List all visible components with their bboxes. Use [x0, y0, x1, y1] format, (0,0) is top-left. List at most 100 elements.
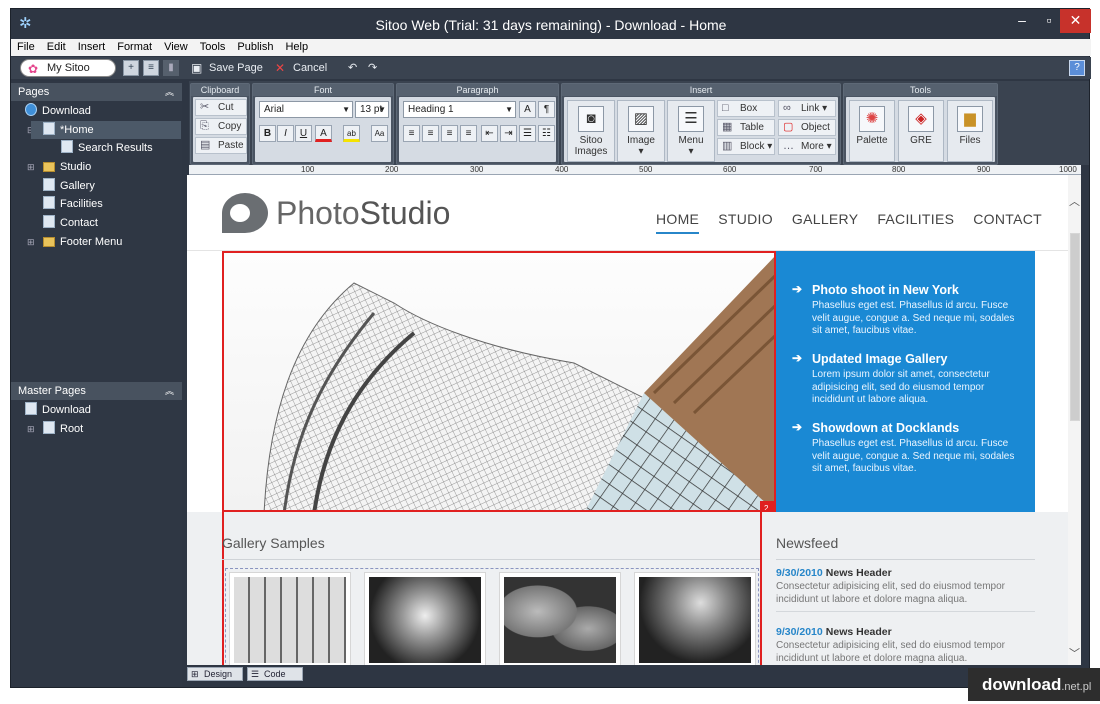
align-right-icon[interactable]: ≡ [441, 125, 458, 142]
master-item-root[interactable]: Root [43, 420, 83, 438]
pilcrow-button[interactable]: ¶ [538, 101, 555, 118]
menu-edit[interactable]: Edit [41, 39, 72, 55]
tree-item-home[interactable]: *Home [31, 121, 181, 139]
clear-format-button[interactable]: Aa [371, 125, 388, 142]
close-icon[interactable]: ✕ [1060, 9, 1091, 33]
expand-icon[interactable]: ⊞ [27, 158, 35, 176]
nav-facilities[interactable]: FACILITIES [877, 211, 954, 227]
cancel-label: Cancel [293, 62, 328, 74]
menu-view[interactable]: View [158, 39, 194, 55]
news-header[interactable]: News Header [826, 626, 892, 638]
menu-format[interactable]: Format [111, 39, 158, 55]
table-button[interactable]: ▦ Table [717, 119, 775, 136]
paragraph-style-select[interactable]: Heading 1 ▼ [403, 101, 516, 118]
files-button[interactable]: ▆ Files [947, 100, 993, 162]
news-header[interactable]: News Header [826, 567, 892, 579]
text-frame-button[interactable]: A [519, 101, 536, 118]
justify-icon[interactable]: ≡ [460, 125, 477, 142]
expand-icon[interactable]: ⊞ [27, 420, 35, 438]
tree-item-download[interactable]: Download [25, 102, 91, 120]
design-tab[interactable]: ⊞ Design [187, 667, 243, 681]
tree-item-gallery[interactable]: Gallery [43, 177, 95, 195]
vertical-scrollbar[interactable]: ︿ ﹀ [1068, 175, 1081, 665]
font-size-select[interactable]: 13 pt ▼ [355, 101, 389, 118]
nav-home[interactable]: HOME [656, 211, 700, 234]
table-icon: ▦ [722, 121, 733, 133]
pages-panel-header[interactable]: Pages ︽ [11, 83, 182, 101]
italic-button[interactable]: I [277, 125, 294, 142]
tree-item-contact[interactable]: Contact [43, 214, 98, 232]
news-title[interactable]: Updated Image Gallery [812, 352, 947, 366]
menu-help[interactable]: Help [279, 39, 314, 55]
hero-image[interactable]: 2 [222, 251, 776, 512]
palette-button[interactable]: ✺ Palette [849, 100, 895, 162]
gallery-thumb-flower[interactable] [634, 572, 756, 665]
indent-icon[interactable]: ⇥ [500, 125, 517, 142]
bold-button[interactable]: B [259, 125, 276, 142]
sitoo-images-button[interactable]: ◙ Sitoo Images [567, 100, 615, 162]
design-canvas[interactable]: PhotoStudio HOME STUDIO GALLERY FACILITIES C… [187, 175, 1068, 665]
object-button[interactable]: ▢Object ▾ [778, 119, 836, 148]
code-tab[interactable]: ☰ Code [247, 667, 303, 681]
scrollbar-thumb[interactable] [1070, 233, 1080, 421]
news-title[interactable]: Showdown at Docklands [812, 421, 959, 435]
more-button[interactable]: … More ▾ [778, 138, 836, 155]
menu-tools[interactable]: Tools [194, 39, 232, 55]
master-pages-panel-header[interactable]: Master Pages ︽ [11, 382, 182, 400]
block-button[interactable]: ▥ Block ▾ [717, 138, 775, 155]
master-item-download[interactable]: Download [25, 401, 91, 419]
page-icon [43, 421, 55, 434]
site-logo[interactable]: PhotoStudio [222, 193, 450, 233]
underline-button[interactable]: U [295, 125, 312, 142]
page-properties-icon[interactable]: ≡ [143, 60, 159, 76]
help-icon[interactable]: ? [1069, 60, 1085, 76]
copy-button[interactable]: ⎘ Copy [195, 118, 247, 135]
menu-publish[interactable]: Publish [231, 39, 279, 55]
thumb-image [639, 577, 751, 663]
news-item: ➔ Updated Image Gallery Lorem ipsum dolor … [792, 351, 1022, 407]
scroll-down-icon[interactable]: ﹀ [1068, 645, 1081, 661]
expand-icon[interactable]: ⊞ [27, 233, 35, 251]
more-label: More [801, 141, 824, 152]
cut-button[interactable]: ✂ Cut [195, 99, 247, 116]
nav-studio[interactable]: STUDIO [718, 211, 773, 227]
undo-icon[interactable]: ↶ [338, 59, 357, 77]
tree-item-studio[interactable]: Studio [43, 158, 91, 176]
outdent-icon[interactable]: ⇤ [481, 125, 498, 142]
collapse-icon[interactable]: ︽ [165, 382, 174, 400]
copy-icon: ⎘ [200, 120, 209, 132]
news-title[interactable]: Photo shoot in New York [812, 283, 959, 297]
menu-button[interactable]: ☰ Menu ▾ [667, 100, 715, 162]
redo-icon[interactable]: ↷ [358, 59, 377, 77]
menu-file[interactable]: File [11, 39, 41, 55]
tree-item-facilities[interactable]: Facilities [43, 195, 103, 213]
gallery-thumb-lighthouse[interactable] [364, 572, 486, 665]
cancel-button[interactable]: ✕ Cancel [273, 59, 327, 77]
tree-item-footer-menu[interactable]: Footer Menu [43, 233, 122, 251]
highlight-button[interactable]: ab [343, 125, 360, 142]
font-family-select[interactable]: Arial ▼ [259, 101, 353, 118]
scroll-up-icon[interactable]: ︿ [1068, 193, 1081, 209]
paste-button[interactable]: ▤ Paste [195, 137, 247, 154]
nav-contact[interactable]: CONTACT [973, 211, 1042, 227]
link-button[interactable]: ∞ Link ▾ [778, 100, 836, 117]
menu-insert[interactable]: Insert [72, 39, 112, 55]
tree-item-search-results[interactable]: Search Results [61, 139, 153, 157]
add-page-icon[interactable]: + [123, 60, 139, 76]
gre-button[interactable]: ◈ GRE [898, 100, 944, 162]
bullet-list-icon[interactable]: ☰ [519, 125, 536, 142]
tree-item-label: Contact [60, 217, 98, 229]
align-center-icon[interactable]: ≡ [422, 125, 439, 142]
nav-gallery[interactable]: GALLERY [792, 211, 858, 227]
gallery-thumb-interior[interactable] [229, 572, 351, 665]
font-color-button[interactable]: A [315, 125, 332, 142]
gallery-thumb-stones[interactable] [499, 572, 621, 665]
save-page-button[interactable]: ▣ Save Page [189, 59, 263, 77]
box-button[interactable]: □ Box [717, 100, 775, 117]
delete-page-icon[interactable]: ▮ [163, 60, 179, 76]
site-selector[interactable]: ✿ My Sitoo [20, 59, 116, 77]
collapse-icon[interactable]: ︽ [165, 83, 174, 101]
numbered-list-icon[interactable]: ☷ [538, 125, 555, 142]
image-button[interactable]: ▨ Image ▾ [617, 100, 665, 162]
align-left-icon[interactable]: ≡ [403, 125, 420, 142]
